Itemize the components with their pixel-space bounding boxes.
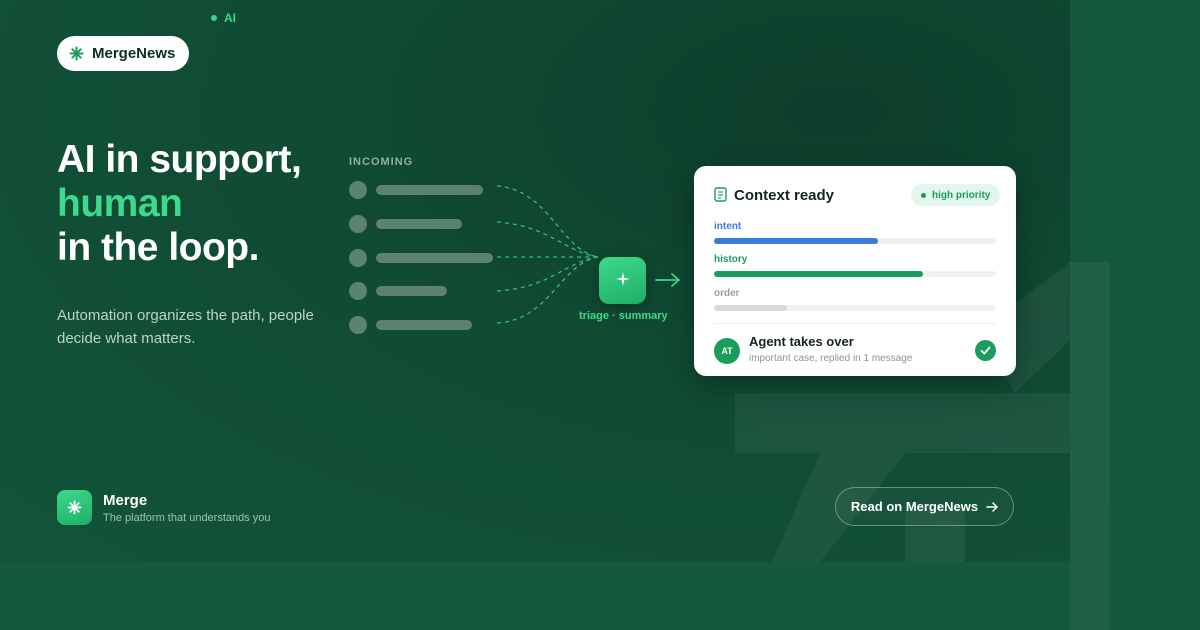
incoming-bar — [376, 286, 447, 296]
metric-track-intent — [714, 238, 996, 244]
read-on-mergenews-button[interactable]: Read on MergeNews — [835, 487, 1014, 526]
hero-subtitle: Automation organizes the path, people de… — [57, 307, 314, 347]
context-card: Context ready high priority intent histo… — [694, 166, 1016, 376]
metric-track-order — [714, 305, 996, 311]
merge-tagline: The platform that understands you — [103, 512, 271, 524]
incoming-label: INCOMING — [349, 156, 414, 168]
metric-fill-intent — [714, 238, 878, 244]
priority-badge: high priority — [911, 184, 1001, 206]
merge-logo — [57, 490, 92, 525]
incoming-item — [349, 282, 447, 300]
agent-subtitle: important case, replied in 1 message — [749, 353, 913, 364]
asterisk-icon — [69, 46, 84, 61]
incoming-bar — [376, 185, 483, 195]
incoming-item — [349, 249, 493, 267]
arrow-right-icon — [986, 501, 998, 512]
ai-tag: AI — [211, 11, 236, 25]
incoming-bar — [376, 219, 462, 229]
bottom-band — [0, 562, 1070, 630]
priority-dot-icon — [921, 192, 926, 198]
priority-label: high priority — [932, 189, 991, 201]
triage-label: triage · summary — [579, 310, 668, 322]
metric-label-intent: intent — [714, 221, 742, 232]
hero-line-2: human — [57, 182, 183, 225]
incoming-item — [349, 316, 472, 334]
incoming-dot — [349, 282, 367, 300]
avatar: AT — [714, 338, 740, 364]
sparkle-icon — [615, 270, 630, 291]
incoming-dot — [349, 249, 367, 267]
hero-line-1: AI in support, — [57, 138, 302, 181]
agent-title: Agent takes over — [749, 334, 854, 349]
metric-track-history — [714, 271, 996, 277]
merge-name: Merge — [103, 492, 148, 509]
incoming-dot — [349, 316, 367, 334]
card-title: Context ready — [734, 187, 835, 204]
asterisk-icon — [67, 500, 82, 515]
brand-name: MergeNews — [92, 45, 176, 62]
document-icon — [714, 187, 727, 202]
right-panel — [1070, 0, 1200, 630]
hero-headline: AI in support, human in the loop. — [57, 138, 302, 270]
metric-label-history: history — [714, 254, 748, 265]
incoming-item — [349, 181, 483, 199]
brand-pill[interactable]: MergeNews — [57, 36, 189, 71]
check-icon — [975, 340, 996, 361]
flow-arrow-icon — [655, 273, 680, 287]
incoming-item — [349, 215, 462, 233]
ai-tag-label: AI — [224, 11, 236, 25]
incoming-dot — [349, 215, 367, 233]
metric-fill-history — [714, 271, 923, 277]
incoming-bar — [376, 320, 472, 330]
hero-line-3: in the loop. — [57, 226, 259, 269]
incoming-bar — [376, 253, 493, 263]
triage-node — [599, 257, 646, 304]
read-button-label: Read on MergeNews — [850, 499, 979, 514]
incoming-dot — [349, 181, 367, 199]
metric-fill-order — [714, 305, 788, 311]
status-dot-icon — [211, 15, 217, 21]
card-divider — [714, 323, 996, 324]
metric-label-order: order — [714, 288, 740, 299]
